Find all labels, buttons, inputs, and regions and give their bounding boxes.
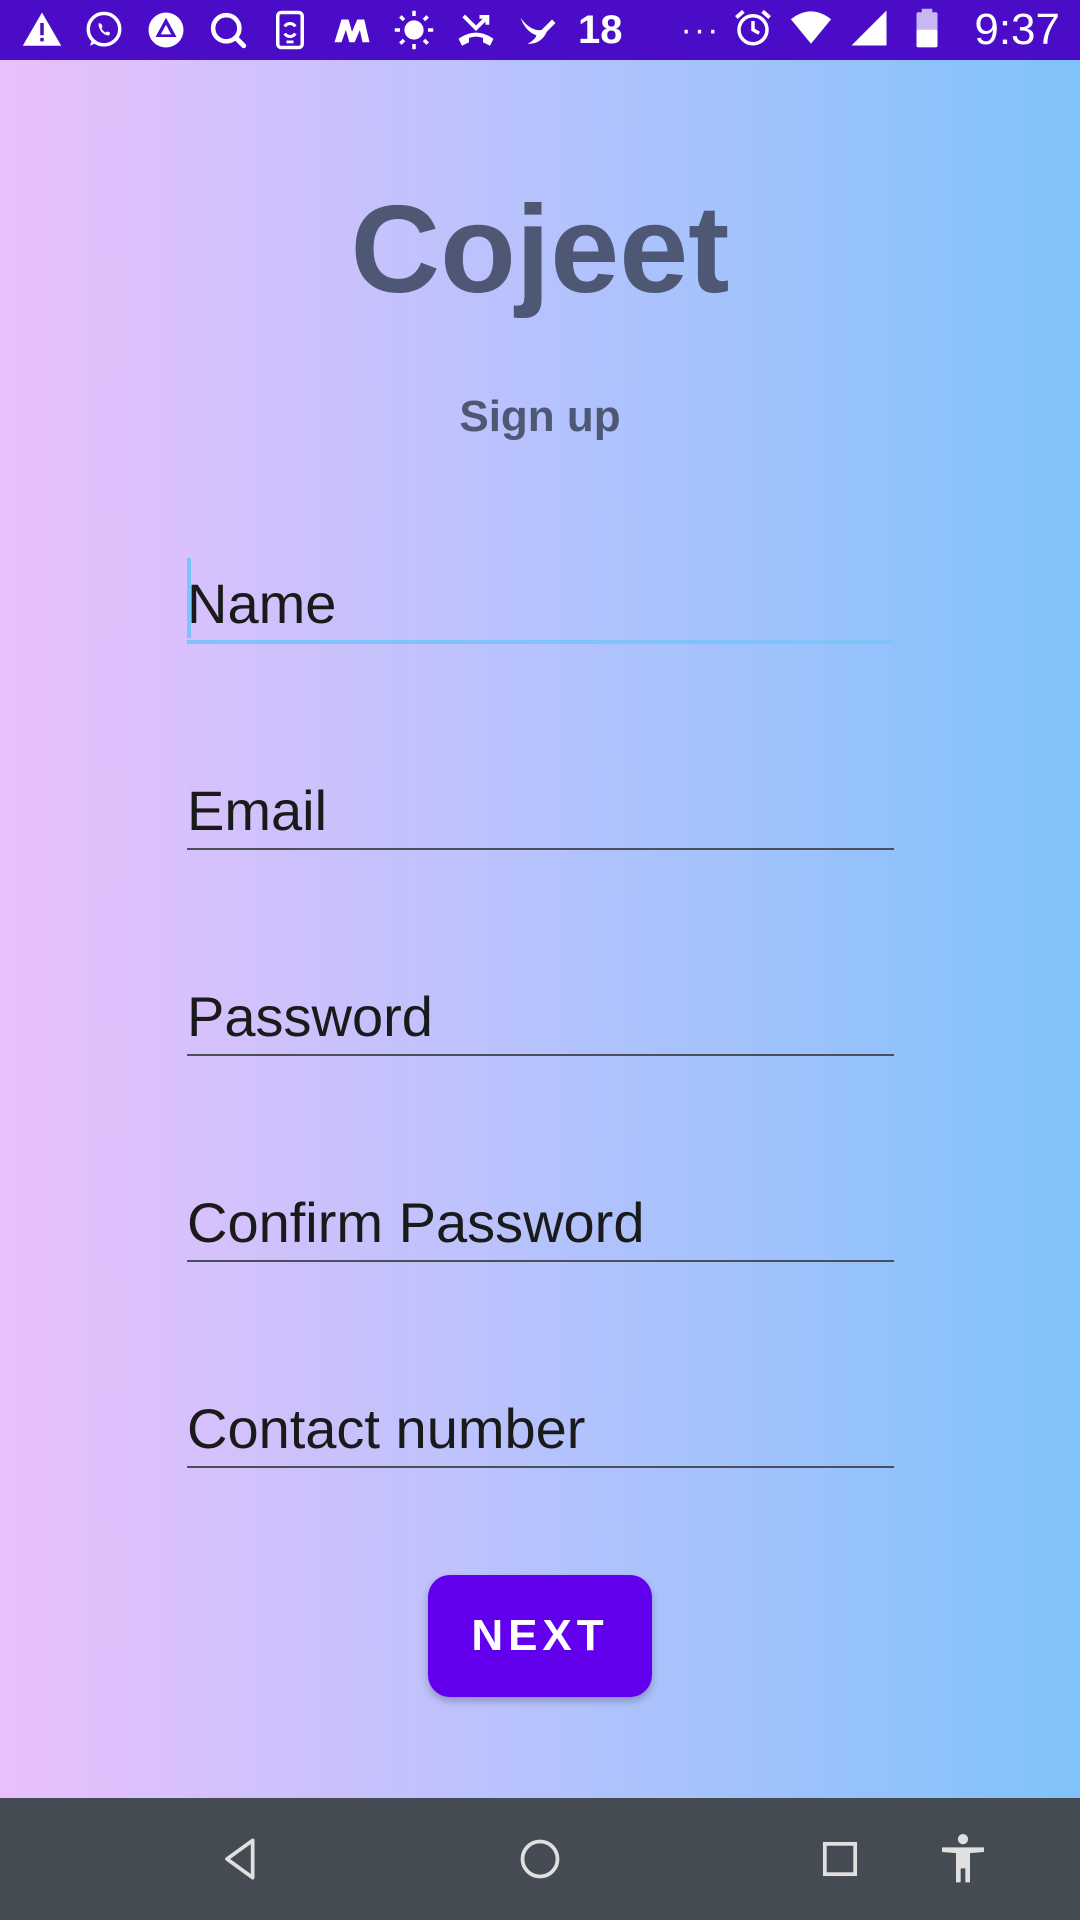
- alarm-icon: [732, 7, 774, 54]
- back-icon[interactable]: [211, 1829, 271, 1889]
- more-notifications-indicator: ···: [680, 11, 721, 49]
- status-bar: 18 ··· 9:37: [0, 0, 1080, 60]
- drive-icon: [144, 8, 188, 52]
- notification-count: 18: [578, 8, 623, 52]
- battery-icon: [906, 7, 948, 54]
- navigation-bar: [0, 1798, 1080, 1920]
- text-cursor: [187, 558, 191, 638]
- system-icons: 9:37: [732, 0, 1060, 60]
- phone-sync-icon: [268, 8, 312, 52]
- contact-number-input[interactable]: [187, 1390, 894, 1468]
- confirm-password-input[interactable]: [187, 1184, 894, 1262]
- recents-icon[interactable]: [810, 1829, 870, 1889]
- home-icon[interactable]: [510, 1829, 570, 1889]
- password-input[interactable]: [187, 978, 894, 1056]
- page-subtitle: Sign up: [459, 392, 621, 441]
- next-button[interactable]: NEXT: [428, 1575, 652, 1697]
- name-input[interactable]: [187, 566, 894, 644]
- whatsapp-icon: [82, 8, 126, 52]
- wifi-icon: [790, 7, 832, 54]
- warning-icon: [20, 8, 64, 52]
- accessibility-icon[interactable]: [933, 1829, 993, 1889]
- clock: 9:37: [974, 5, 1060, 54]
- signup-screen: 18 ··· 9:37 Cojeet Sign up NEXT: [0, 0, 1080, 1920]
- notification-icons: 18 ···: [20, 0, 720, 60]
- missed-call-icon: [454, 8, 498, 52]
- brightness-icon: [392, 8, 436, 52]
- m-app-icon: [330, 8, 374, 52]
- signal-icon: [848, 7, 890, 54]
- bird-icon: [516, 8, 560, 52]
- search-icon: [206, 8, 250, 52]
- app-title: Cojeet: [350, 181, 730, 319]
- email-input[interactable]: [187, 772, 894, 850]
